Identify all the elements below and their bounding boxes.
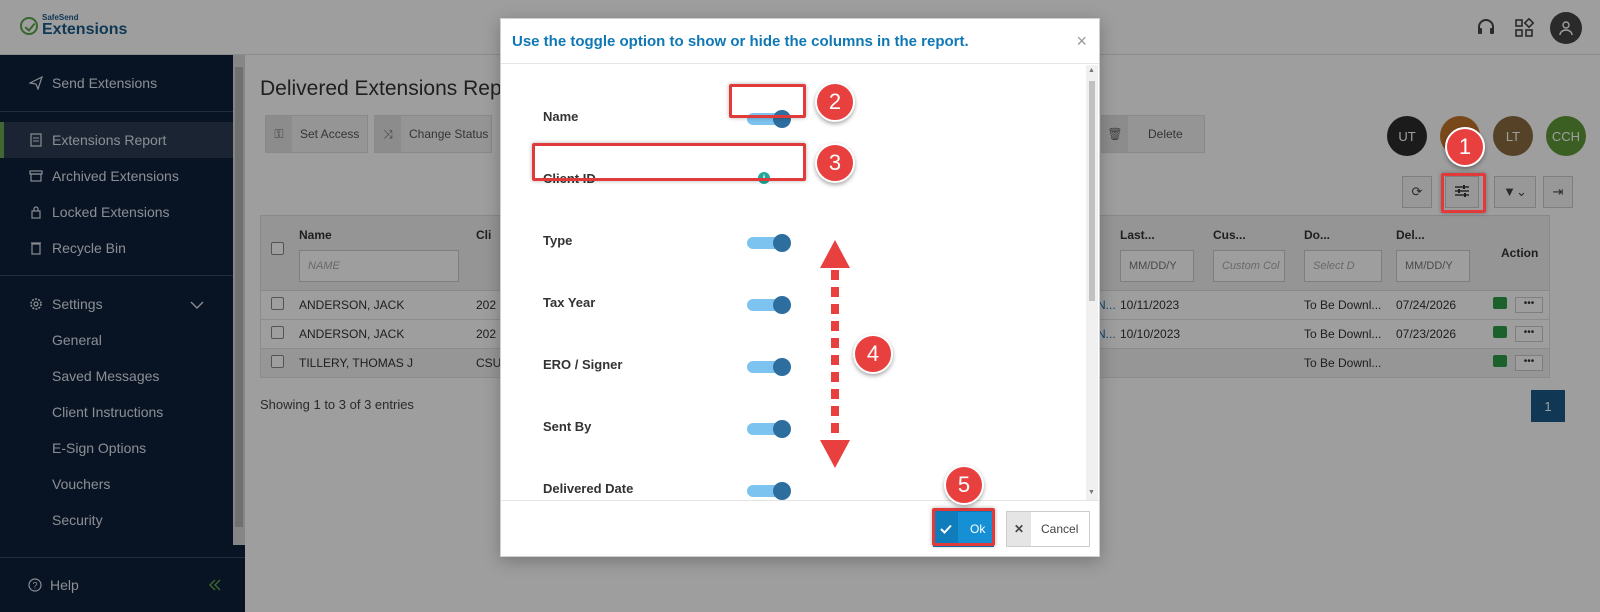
dialog-scrollbar-thumb[interactable] bbox=[1089, 81, 1095, 301]
column-option-sent-by: Sent By bbox=[543, 419, 591, 443]
annotation-highlight-5 bbox=[932, 508, 995, 546]
column-option-delivered-date: Delivered Date bbox=[543, 481, 633, 500]
scroll-up-arrow-icon[interactable]: ▲ bbox=[1088, 67, 1095, 74]
toggle-knob bbox=[773, 296, 791, 314]
dialog-footer: Ok ✕ Cancel bbox=[501, 500, 1099, 557]
toggle-knob bbox=[773, 234, 791, 252]
column-option-label: Delivered Date bbox=[543, 481, 634, 496]
column-option-tax-year: Tax Year bbox=[543, 295, 595, 319]
column-option-label: Type bbox=[543, 233, 573, 248]
annotation-badge-1: 1 bbox=[1445, 127, 1485, 167]
column-option-label: Sent By bbox=[543, 419, 592, 434]
dialog-body: Name Client ID i Type Tax Year ERO / Sig… bbox=[501, 65, 1099, 500]
toggle-delivered-date[interactable] bbox=[747, 482, 791, 500]
annotation-highlight-1 bbox=[1441, 173, 1486, 213]
toggle-tax-year[interactable] bbox=[747, 296, 791, 314]
cancel-label: Cancel bbox=[1041, 522, 1079, 536]
dialog-scrollbar[interactable]: ▲ ▼ bbox=[1086, 65, 1098, 500]
column-option-type: Type bbox=[543, 233, 572, 257]
toggle-sent-by[interactable] bbox=[747, 420, 791, 438]
toggle-knob bbox=[773, 482, 791, 500]
close-icon[interactable]: × bbox=[1076, 31, 1087, 52]
annotation-highlight-3 bbox=[532, 143, 806, 181]
column-option-name: Name bbox=[543, 109, 578, 133]
annotation-badge-5: 5 bbox=[944, 465, 984, 505]
column-option-label: Tax Year bbox=[543, 295, 596, 310]
column-option-label: Name bbox=[543, 109, 579, 124]
annotation-highlight-2 bbox=[729, 84, 806, 118]
toggle-knob bbox=[773, 420, 791, 438]
column-option-ero-signer: ERO / Signer bbox=[543, 357, 622, 381]
annotation-badge-3: 3 bbox=[815, 143, 855, 183]
annotation-badge-2: 2 bbox=[815, 82, 855, 122]
dialog-title: Use the toggle option to show or hide th… bbox=[512, 33, 969, 50]
scroll-direction-arrow-icon bbox=[820, 240, 850, 468]
toggle-type[interactable] bbox=[747, 234, 791, 252]
toggle-knob bbox=[773, 358, 791, 376]
toggle-ero-signer[interactable] bbox=[747, 358, 791, 376]
column-option-label: ERO / Signer bbox=[543, 357, 623, 372]
annotation-badge-4: 4 bbox=[853, 334, 893, 374]
close-icon: ✕ bbox=[1007, 512, 1031, 546]
dialog-header: Use the toggle option to show or hide th… bbox=[501, 19, 1099, 64]
cancel-button[interactable]: ✕ Cancel bbox=[1006, 511, 1090, 547]
scroll-down-arrow-icon[interactable]: ▼ bbox=[1088, 489, 1095, 496]
